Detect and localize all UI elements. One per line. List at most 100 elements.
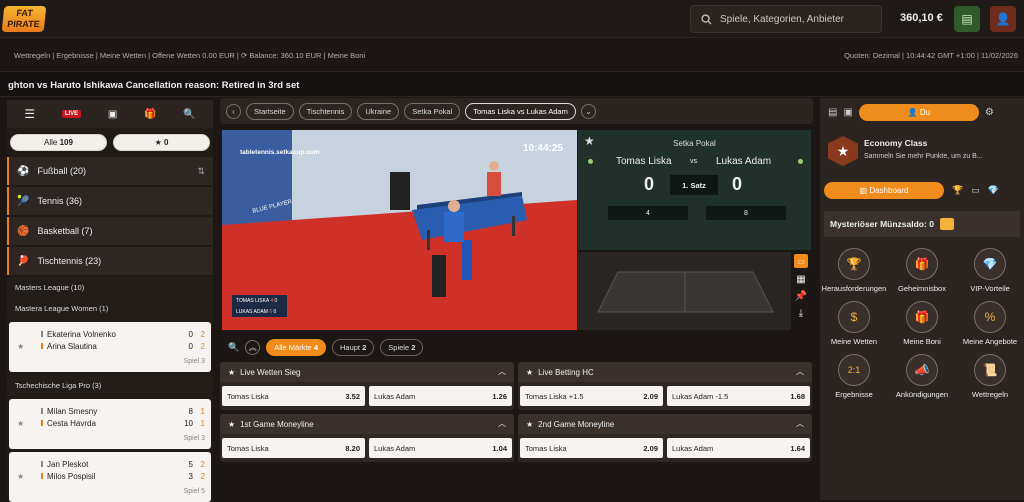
- trophy-icon[interactable]: 🏆: [952, 185, 963, 196]
- search-icon[interactable]: 🔍: [228, 342, 239, 353]
- live-stream-video[interactable]: tabletennis.setkacup.com 10:44:25 BLUE P…: [222, 130, 577, 330]
- league-subheader[interactable]: Mastera League Women (1): [7, 298, 213, 319]
- crumb-league[interactable]: Setka Pokal: [404, 102, 461, 120]
- chevron-down-icon[interactable]: ⌄: [580, 103, 596, 119]
- profile-tab[interactable]: 👤 Du: [858, 103, 979, 121]
- search-icon[interactable]: 🔍: [183, 109, 195, 120]
- tab-games[interactable]: Spiele 2: [380, 338, 424, 356]
- star-icon[interactable]: ★: [526, 420, 533, 429]
- player-1: Jan Pleskot: [47, 460, 89, 469]
- star-icon[interactable]: ★: [17, 472, 24, 481]
- menu-mystery-box[interactable]: 🎁 Geheimnisbox: [888, 248, 956, 293]
- menu-announcements[interactable]: 📣 Ankündigungen: [888, 354, 956, 399]
- odds-label: Lukas Adam: [374, 443, 416, 453]
- crumb-home[interactable]: Startseite: [246, 102, 294, 120]
- account-menu-grid: 🏆 Herausforderungen 🎁 Geheimnisbox 💎 VIP-Vo…: [820, 248, 1024, 399]
- refresh-icon[interactable]: ⟳: [241, 51, 247, 60]
- score-1: 0: [188, 330, 193, 339]
- odds-button[interactable]: Lukas Adam -1.5 1.68: [667, 386, 810, 406]
- menu-results[interactable]: 2:1 Ergebnisse: [820, 354, 888, 399]
- odds-button[interactable]: Lukas Adam 1.04: [369, 438, 512, 458]
- brand-logo[interactable]: FAT PIRATE: [1, 6, 47, 32]
- coin-chest-icon: [939, 218, 954, 230]
- odds-label: Lukas Adam: [374, 391, 416, 401]
- match-card[interactable]: ★ Jan Pleskot Milos Pospisil 5 3 2 2 Spi…: [9, 452, 211, 502]
- match-card[interactable]: ★ Milan Smesny Cesta Havrda 8 10 1 1 Spi…: [9, 399, 211, 449]
- chevron-up-icon[interactable]: ︿: [498, 366, 506, 377]
- menu-my-bets[interactable]: $ Meine Wetten: [820, 301, 888, 346]
- search-placeholder: Spiele, Kategorien, Anbieter: [720, 13, 844, 25]
- market-title: Live Wetten Sieg: [240, 367, 301, 377]
- account-links[interactable]: Wettregeln | Ergebnisse | Meine Wetten |…: [14, 51, 239, 60]
- star-icon[interactable]: ★: [17, 342, 24, 351]
- menu-bet-rules[interactable]: 📜 Wettregeln: [956, 354, 1024, 399]
- tab-main[interactable]: Haupt 2: [332, 338, 375, 356]
- odds-button[interactable]: Tomas Liska 2.09: [520, 438, 663, 458]
- filter-favorites[interactable]: ★ 0: [113, 134, 210, 151]
- odds-time-info: Quoten: Dezimal | 10:44:42 GMT +1:00 | 1…: [844, 51, 1018, 60]
- league-header[interactable]: Tschechische Liga Pro (3): [7, 375, 213, 396]
- dashboard-button[interactable]: ▥ Dashboard: [824, 182, 944, 199]
- tab-all-markets[interactable]: Alle Märkte 4: [266, 338, 326, 356]
- download-icon[interactable]: ⤓: [799, 308, 803, 319]
- menu-icon[interactable]: ☰: [24, 107, 35, 121]
- odds-button[interactable]: Tomas Liska 8.20: [222, 438, 365, 458]
- balance-display[interactable]: 360,10 €: [900, 12, 943, 24]
- ticket-icon[interactable]: ▣: [843, 107, 852, 118]
- profile-button[interactable]: 👤: [990, 6, 1016, 32]
- sport-basketball[interactable]: 🏀 Basketball (7): [7, 217, 213, 245]
- menu-vip[interactable]: 💎 VIP-Vorteile: [956, 248, 1024, 293]
- table-tennis-court-graphic: [578, 252, 791, 330]
- wallet-button[interactable]: ▤: [954, 6, 980, 32]
- betslip-icon[interactable]: ▣: [108, 109, 117, 120]
- crumb-country[interactable]: Ukraine: [357, 102, 400, 120]
- market-header[interactable]: ★ 2nd Game Moneyline ︿: [518, 414, 812, 434]
- search-input[interactable]: Spiele, Kategorien, Anbieter: [690, 5, 882, 33]
- sport-football[interactable]: ⚽ Fußball (20) ⇅: [7, 157, 213, 185]
- filter-all[interactable]: Alle 109: [10, 134, 107, 151]
- menu-challenges[interactable]: 🏆 Herausforderungen: [820, 248, 888, 293]
- games-1: 2: [200, 460, 205, 469]
- odds-button[interactable]: Lukas Adam 1.64: [667, 438, 810, 458]
- sport-table-tennis[interactable]: 🏓 Tischtennis (23): [7, 247, 213, 275]
- menu-my-bonuses[interactable]: 🎁 Meine Boni: [888, 301, 956, 346]
- market-header[interactable]: ★ Live Wetten Sieg ︿: [220, 362, 514, 382]
- match-card[interactable]: ★ Ekaterina Volnenko Arina Slautina 0 0 …: [9, 322, 211, 372]
- star-icon[interactable]: ★: [526, 368, 533, 377]
- boni-link[interactable]: | Meine Boni: [324, 51, 366, 60]
- box-icon[interactable]: ▭: [971, 185, 980, 196]
- menu-label: Wettregeln: [971, 390, 1009, 399]
- league-header[interactable]: Masters League (10): [7, 277, 213, 298]
- diamond-icon[interactable]: 💎: [988, 185, 999, 196]
- menu-label: Ankündigungen: [895, 390, 949, 399]
- crumb-sport[interactable]: Tischtennis: [298, 102, 353, 120]
- stats-icon[interactable]: ▦: [796, 274, 805, 285]
- menu-my-offers[interactable]: % Meine Angebote: [956, 301, 1024, 346]
- set-score-1: 0: [644, 174, 655, 194]
- match-period: Spiel 3: [183, 358, 205, 365]
- odds-button[interactable]: Lukas Adam 1.26: [369, 386, 512, 406]
- back-icon[interactable]: ‹: [226, 103, 241, 119]
- crumb-event[interactable]: Tomas Liska vs Lukas Adam: [465, 102, 576, 120]
- sport-tennis[interactable]: 🎾 Tennis (36): [7, 187, 213, 215]
- sort-icon[interactable]: ⇅: [197, 166, 205, 177]
- odds-button[interactable]: Tomas Liska +1.5 2.09: [520, 386, 663, 406]
- chevron-up-icon[interactable]: ︿: [498, 418, 506, 429]
- live-sidebar: ☰ LIVE ▣ 🎁 🔍 Alle 109 ★ 0 ⚽ Fußball (20) ⇅…: [7, 100, 213, 502]
- star-icon[interactable]: ★: [228, 368, 235, 377]
- live-badge[interactable]: LIVE: [61, 110, 82, 118]
- gear-icon[interactable]: ⚙: [985, 107, 994, 118]
- pin-icon[interactable]: 📌: [795, 291, 807, 302]
- star-icon[interactable]: ★: [228, 420, 235, 429]
- star-icon[interactable]: ★: [17, 419, 24, 428]
- chat-icon[interactable]: ▭: [794, 254, 808, 268]
- collapse-icon[interactable]: ︽: [245, 339, 261, 355]
- market-header[interactable]: ★ Live Betting HC ︿: [518, 362, 812, 382]
- chevron-up-icon[interactable]: ︿: [796, 418, 804, 429]
- betslip-icon[interactable]: ▤: [828, 107, 837, 118]
- market-header[interactable]: ★ 1st Game Moneyline ︿: [220, 414, 514, 434]
- odds-button[interactable]: Tomas Liska 3.52: [222, 386, 365, 406]
- chevron-up-icon[interactable]: ︿: [796, 366, 804, 377]
- gift-icon[interactable]: 🎁: [144, 109, 156, 120]
- market-card: ★ Live Wetten Sieg ︿ Tomas Liska 3.52 Lukas…: [220, 362, 514, 410]
